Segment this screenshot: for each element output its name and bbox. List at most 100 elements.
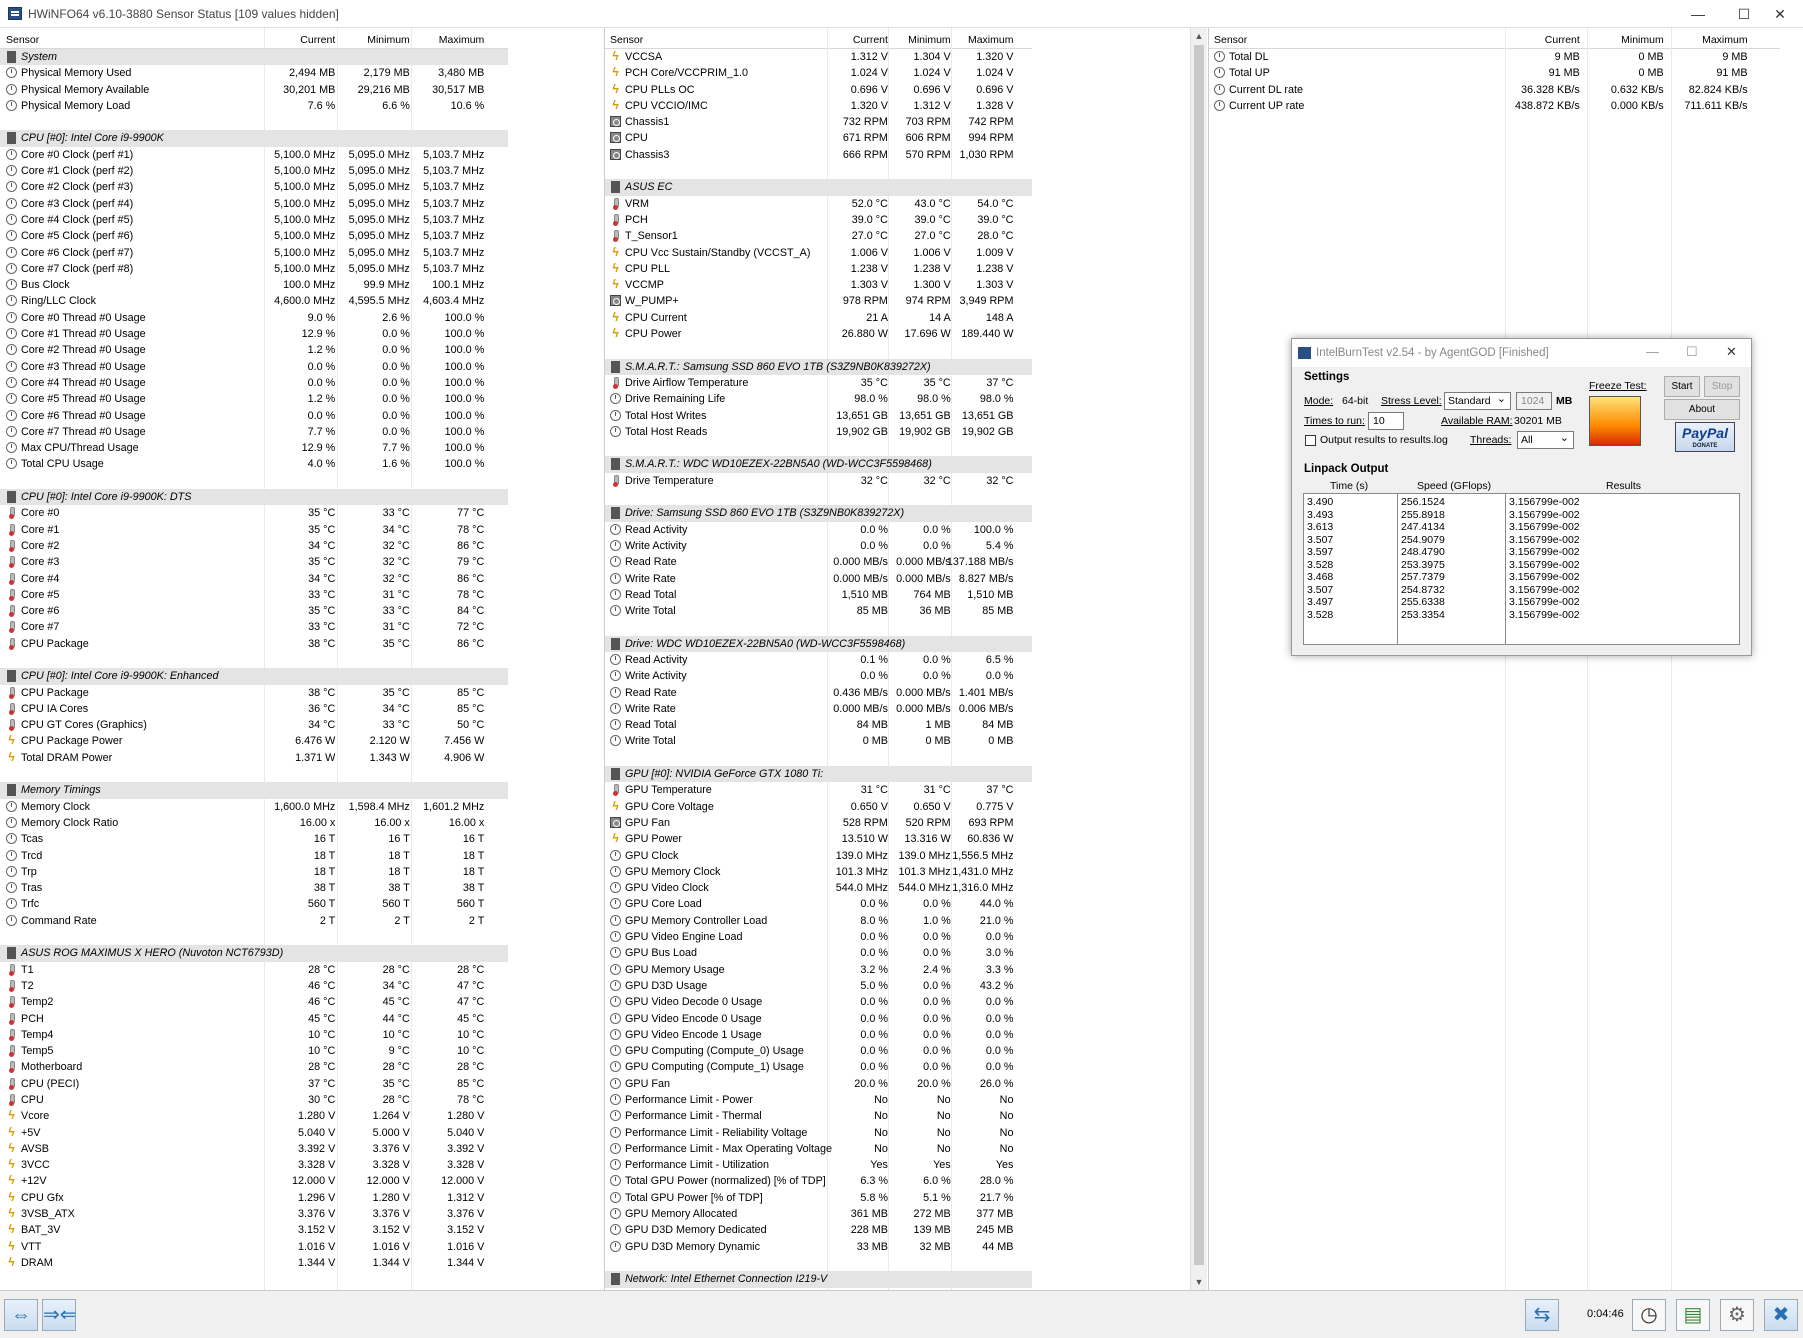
- sensor-row[interactable]: Core #4 34 °C 32 °C 86 °C: [0, 571, 508, 587]
- sensor-row[interactable]: CPU GT Cores (Graphics) 34 °C 33 °C 50 °C: [0, 717, 508, 733]
- sensor-row[interactable]: Read Rate 0.000 MB/s 0.000 MB/s 137.188 MB/…: [604, 554, 1032, 570]
- sensor-row[interactable]: Max CPU/Thread Usage 12.9 % 7.7 % 100.0 %: [0, 440, 508, 456]
- memory-mb-input[interactable]: 1024: [1516, 392, 1552, 410]
- scroll-thumb[interactable]: [1194, 45, 1204, 1265]
- sensor-row[interactable]: Drive Remaining Life 98.0 % 98.0 % 98.0 %: [604, 391, 1032, 407]
- sensor-row[interactable]: GPU D3D Memory Dynamic 33 MB 32 MB 44 MB: [604, 1239, 1032, 1255]
- sensor-group-header[interactable]: Memory Timings: [0, 782, 508, 799]
- sensor-row[interactable]: GPU Memory Allocated 361 MB 272 MB 377 MB: [604, 1206, 1032, 1222]
- minimize-button[interactable]: —: [1675, 0, 1721, 28]
- sensor-group-header[interactable]: CPU [#0]: Intel Core i9-9900K: DTS: [0, 489, 508, 506]
- sensor-row[interactable]: GPU Video Encode 1 Usage 0.0 % 0.0 % 0.0 %: [604, 1027, 1032, 1043]
- sensor-row[interactable]: Drive Airflow Temperature 35 °C 35 °C 37 °C: [604, 375, 1032, 391]
- col-header-minimum[interactable]: Minimum: [367, 34, 410, 46]
- sensor-row[interactable]: GPU Temperature 31 °C 31 °C 37 °C: [604, 782, 1032, 798]
- sensor-row[interactable]: Core #1 Thread #0 Usage 12.9 % 0.0 % 100.0 …: [0, 326, 508, 342]
- sensor-row[interactable]: Chassis3 666 RPM 570 RPM 1,030 RPM: [604, 147, 1032, 163]
- sensor-row[interactable]: Core #0 Thread #0 Usage 9.0 % 2.6 % 100.0 %: [0, 310, 508, 326]
- sensor-row[interactable]: T_Sensor1 27.0 °C 27.0 °C 28.0 °C: [604, 228, 1032, 244]
- scroll-up-icon[interactable]: ▲: [1191, 28, 1207, 44]
- sensor-row[interactable]: Physical Memory Available 30,201 MB 29,216…: [0, 82, 508, 98]
- sensor-row[interactable]: GPU Video Engine Load 0.0 % 0.0 % 0.0 %: [604, 929, 1032, 945]
- sensor-row[interactable]: Core #4 Thread #0 Usage 0.0 % 0.0 % 100.0 %: [0, 375, 508, 391]
- sensor-row[interactable]: GPU Video Encode 0 Usage 0.0 % 0.0 % 0.0 %: [604, 1011, 1032, 1027]
- sensor-row[interactable]: Trfc 560 T 560 T 560 T: [0, 896, 508, 912]
- sensor-row[interactable]: Core #5 Thread #0 Usage 1.2 % 0.0 % 100.0 %: [0, 391, 508, 407]
- sensor-row[interactable]: Total UP 91 MB 0 MB 91 MB: [1208, 65, 1780, 81]
- sensor-group-header[interactable]: ASUS EC: [604, 179, 1032, 196]
- sensor-row[interactable]: Physical Memory Used 2,494 MB 2,179 MB 3,48…: [0, 65, 508, 81]
- sensor-row[interactable]: Temp4 10 °C 10 °C 10 °C: [0, 1027, 508, 1043]
- sensor-row[interactable]: ϟ CPU Vcc Sustain/Standby (VCCST_A) 1.006 …: [604, 245, 1032, 261]
- sensor-row[interactable]: Write Activity 0.0 % 0.0 % 0.0 %: [604, 668, 1032, 684]
- sensor-group-header[interactable]: System: [0, 49, 508, 66]
- sensor-row[interactable]: Core #6 35 °C 33 °C 84 °C: [0, 603, 508, 619]
- sensor-row[interactable]: Temp5 10 °C 9 °C 10 °C: [0, 1043, 508, 1059]
- sensor-row[interactable]: Total GPU Power (normalized) [% of TDP] 6…: [604, 1173, 1032, 1189]
- sensor-row[interactable]: Memory Clock 1,600.0 MHz 1,598.4 MHz 1,601.…: [0, 799, 508, 815]
- sensor-row[interactable]: GPU Memory Clock 101.3 MHz 101.3 MHz 1,431.…: [604, 864, 1032, 880]
- sensor-row[interactable]: GPU Video Decode 0 Usage 0.0 % 0.0 % 0.0 %: [604, 994, 1032, 1010]
- sensor-row[interactable]: ϟ CPU VCCIO/IMC 1.320 V 1.312 V 1.328 V: [604, 98, 1032, 114]
- sensor-row[interactable]: ϟ VCCMP 1.303 V 1.300 V 1.303 V: [604, 277, 1032, 293]
- sensor-row[interactable]: Core #2 Thread #0 Usage 1.2 % 0.0 % 100.0 %: [0, 342, 508, 358]
- sensor-row[interactable]: ϟ +12V 12.000 V 12.000 V 12.000 V: [0, 1173, 508, 1189]
- sensor-row[interactable]: Total GPU Power [% of TDP] 5.8 % 5.1 % 21.7…: [604, 1190, 1032, 1206]
- freeze-test-flame-icon[interactable]: [1589, 396, 1641, 446]
- sensor-row[interactable]: CPU 30 °C 28 °C 78 °C: [0, 1092, 508, 1108]
- sensor-row[interactable]: ϟ Vcore 1.280 V 1.264 V 1.280 V: [0, 1108, 508, 1124]
- sensor-row[interactable]: Total Host Writes 13,651 GB 13,651 GB 13,65…: [604, 408, 1032, 424]
- sensor-row[interactable]: GPU Video Clock 544.0 MHz 544.0 MHz 1,316.0…: [604, 880, 1032, 896]
- paypal-donate-button[interactable]: PayPal DONATE: [1675, 422, 1735, 452]
- sensor-row[interactable]: Command Rate 2 T 2 T 2 T: [0, 913, 508, 929]
- sensor-row[interactable]: Performance Limit - Power No No No: [604, 1092, 1032, 1108]
- sensor-row[interactable]: Write Total 0 MB 0 MB 0 MB: [604, 733, 1032, 749]
- sensor-row[interactable]: Write Rate 0.000 MB/s 0.000 MB/s 0.006 MB/s: [604, 701, 1032, 717]
- sensor-row[interactable]: PCH 45 °C 44 °C 45 °C: [0, 1011, 508, 1027]
- sensor-row[interactable]: ϟ CPU Gfx 1.296 V 1.280 V 1.312 V: [0, 1190, 508, 1206]
- col-header-maximum[interactable]: Maximum: [968, 34, 1014, 46]
- sensor-row[interactable]: GPU Computing (Compute_0) Usage 0.0 % 0.0 …: [604, 1043, 1032, 1059]
- sensor-row[interactable]: ϟ CPU Power 26.880 W 17.696 W 189.440 W: [604, 326, 1032, 342]
- sensor-group-header[interactable]: S.M.A.R.T.: WDC WD10EZEX-22BN5A0 (WD-WCC…: [604, 456, 1032, 473]
- col-header-maximum[interactable]: Maximum: [1702, 34, 1748, 46]
- sensor-row[interactable]: Core #6 Clock (perf #7) 5,100.0 MHz 5,095.…: [0, 245, 508, 261]
- sensor-row[interactable]: VRM 52.0 °C 43.0 °C 54.0 °C: [604, 196, 1032, 212]
- sensor-row[interactable]: Core #0 35 °C 33 °C 77 °C: [0, 505, 508, 521]
- sensor-row[interactable]: Read Rate 0.436 MB/s 0.000 MB/s 1.401 MB/s: [604, 685, 1032, 701]
- sensor-row[interactable]: Physical Memory Load 7.6 % 6.6 % 10.6 %: [0, 98, 508, 114]
- sensor-row[interactable]: Performance Limit - Utilization Yes Yes Yes: [604, 1157, 1032, 1173]
- sensor-row[interactable]: CPU (PECI) 37 °C 35 °C 85 °C: [0, 1076, 508, 1092]
- sensor-row[interactable]: GPU D3D Memory Dedicated 228 MB 139 MB 245 …: [604, 1222, 1032, 1238]
- stop-button[interactable]: Stop: [1704, 376, 1740, 397]
- sensor-row[interactable]: ϟ CPU Current 21 A 14 A 148 A: [604, 310, 1032, 326]
- sensor-row[interactable]: Core #5 Clock (perf #6) 5,100.0 MHz 5,095.…: [0, 228, 508, 244]
- sensor-group-header[interactable]: S.M.A.R.T.: Samsung SSD 860 EVO 1TB (S3Z…: [604, 358, 1032, 375]
- col-header-sensor[interactable]: Sensor: [610, 34, 643, 46]
- sensor-row[interactable]: Core #1 Clock (perf #2) 5,100.0 MHz 5,095.…: [0, 163, 508, 179]
- sensor-row[interactable]: Core #7 Thread #0 Usage 7.7 % 0.0 % 100.0 %: [0, 424, 508, 440]
- sensor-row[interactable]: GPU D3D Usage 5.0 % 0.0 % 43.2 %: [604, 978, 1032, 994]
- network-icon[interactable]: ⇆: [1525, 1299, 1559, 1331]
- sensor-row[interactable]: ϟ CPU PLL 1.238 V 1.238 V 1.238 V: [604, 261, 1032, 277]
- close-button[interactable]: ✕: [1757, 0, 1803, 28]
- sensor-row[interactable]: Chassis1 732 RPM 703 RPM 742 RPM: [604, 114, 1032, 130]
- sensor-group-header[interactable]: GPU [#0]: NVIDIA GeForce GTX 1080 Ti:: [604, 766, 1032, 783]
- sensor-group-header[interactable]: ASUS ROG MAXIMUS X HERO (Nuvoton NCT6793…: [0, 945, 508, 962]
- layout-toggle-button[interactable]: ⇒⇐: [42, 1299, 77, 1331]
- sensor-row[interactable]: CPU Package 38 °C 35 °C 86 °C: [0, 636, 508, 652]
- sensor-row[interactable]: Core #3 35 °C 32 °C 79 °C: [0, 554, 508, 570]
- linpack-output-table[interactable]: 3.490 3.493 3.613 3.507 3.597 3.528 3.468 3.507…: [1303, 493, 1740, 645]
- start-button[interactable]: Start: [1664, 376, 1700, 397]
- sensor-row[interactable]: Trcd 18 T 18 T 18 T: [0, 848, 508, 864]
- sensor-row[interactable]: Tcas 16 T 16 T 16 T: [0, 831, 508, 847]
- stress-level-select[interactable]: Standard: [1444, 392, 1511, 410]
- col-header-minimum[interactable]: Minimum: [908, 34, 951, 46]
- sensor-row[interactable]: Core #3 Clock (perf #4) 5,100.0 MHz 5,095.…: [0, 196, 508, 212]
- scroll-down-icon[interactable]: ▼: [1191, 1274, 1207, 1290]
- sensor-row[interactable]: Write Rate 0.000 MB/s 0.000 MB/s 8.827 MB/s: [604, 571, 1032, 587]
- sensor-panel-2[interactable]: Sensor Current Minimum Maximum ϟ VCCSA 1.312 V…: [604, 28, 1032, 1290]
- sensor-row[interactable]: GPU Core Load 0.0 % 0.0 % 44.0 %: [604, 896, 1032, 912]
- sensor-group-header[interactable]: Drive: WDC WD10EZEX-22BN5A0 (WD-WCC3F559…: [604, 635, 1032, 652]
- sensor-row[interactable]: GPU Fan 20.0 % 20.0 % 26.0 %: [604, 1076, 1032, 1092]
